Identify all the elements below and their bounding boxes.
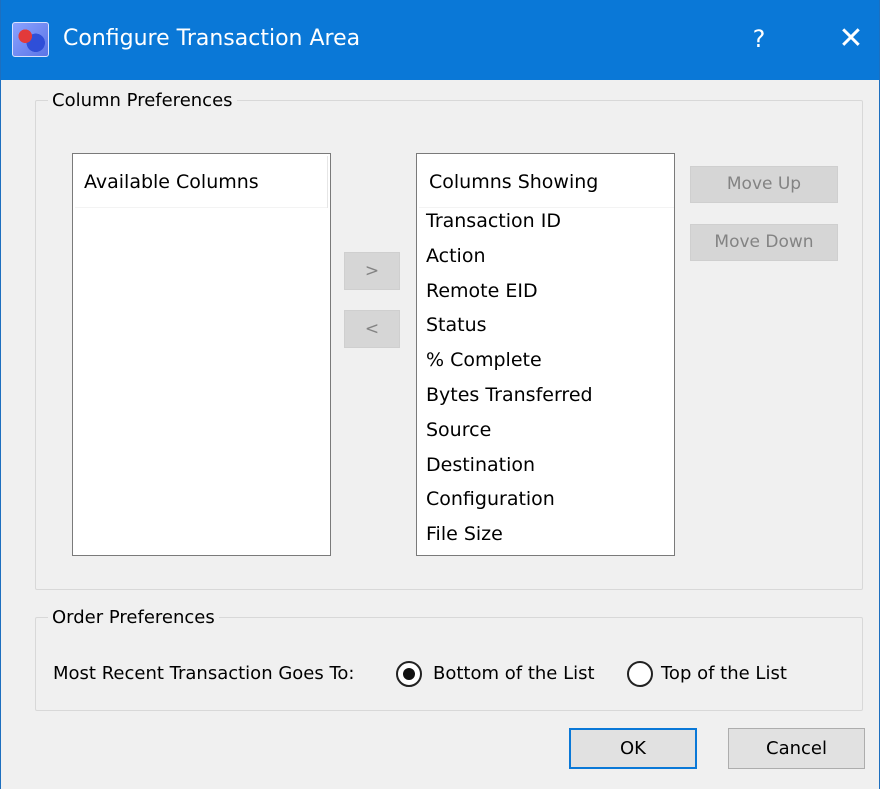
columns-showing-header-label: Columns Showing <box>429 171 599 193</box>
columns-showing-list[interactable]: Columns Showing Transaction ID Action Re… <box>416 153 675 556</box>
header-divider <box>327 156 328 208</box>
column-preferences-legend: Column Preferences <box>52 90 233 111</box>
order-preferences-group: Order Preferences <box>35 607 863 711</box>
list-item[interactable]: Status <box>426 308 593 343</box>
help-button[interactable]: ? <box>734 14 784 64</box>
dialog-window: Configure Transaction Area ? ✕ Column Pr… <box>0 0 880 789</box>
close-icon: ✕ <box>838 21 864 56</box>
move-up-button[interactable]: Move Up <box>690 166 838 203</box>
bottom-of-list-label[interactable]: Bottom of the List <box>433 660 595 688</box>
app-icon <box>12 22 49 57</box>
remove-column-button[interactable]: < <box>344 310 400 348</box>
available-columns-header[interactable]: Available Columns <box>75 156 328 208</box>
bottom-of-list-radio[interactable] <box>396 661 422 687</box>
list-item[interactable]: Action <box>426 239 593 274</box>
list-item[interactable]: Source <box>426 413 593 448</box>
order-preferences-legend: Order Preferences <box>52 607 215 628</box>
list-item[interactable]: Bytes Transferred <box>426 378 593 413</box>
list-item[interactable]: Transaction ID <box>426 204 593 239</box>
window-title: Configure Transaction Area <box>63 26 361 51</box>
available-columns-list[interactable]: Available Columns <box>72 153 331 556</box>
list-item[interactable]: File Size <box>426 517 593 552</box>
add-column-button[interactable]: > <box>344 252 400 290</box>
available-columns-header-label: Available Columns <box>84 171 259 193</box>
columns-showing-header[interactable]: Columns Showing <box>419 156 674 208</box>
close-button[interactable]: ✕ <box>826 14 876 64</box>
cancel-button[interactable]: Cancel <box>728 728 865 769</box>
ok-button[interactable]: OK <box>569 728 697 769</box>
list-item[interactable]: Remote EID <box>426 274 593 309</box>
top-of-list-radio[interactable] <box>627 661 653 687</box>
list-item[interactable]: Destination <box>426 448 593 483</box>
move-down-button[interactable]: Move Down <box>690 224 838 261</box>
columns-showing-items: Transaction ID Action Remote EID Status … <box>426 204 593 552</box>
top-of-list-label[interactable]: Top of the List <box>661 660 787 688</box>
title-bar[interactable]: Configure Transaction Area ? ✕ <box>1 0 879 80</box>
order-prompt-label: Most Recent Transaction Goes To: <box>53 663 355 684</box>
list-item[interactable]: % Complete <box>426 343 593 378</box>
list-item[interactable]: Configuration <box>426 482 593 517</box>
